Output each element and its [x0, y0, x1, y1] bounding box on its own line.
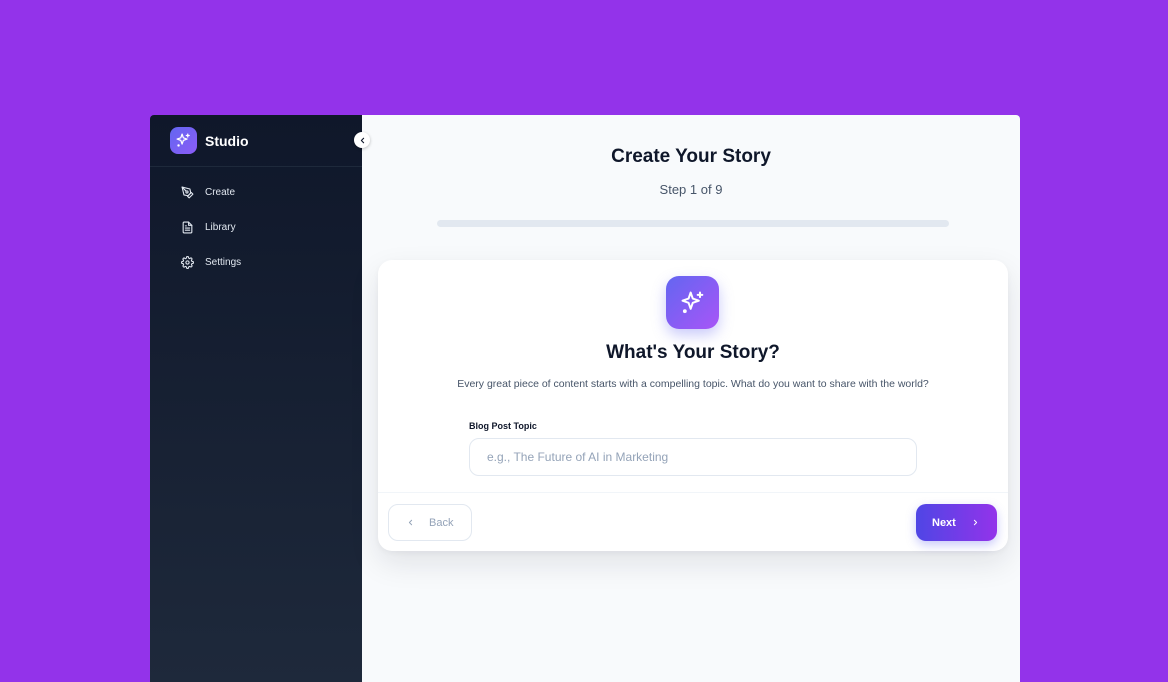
main-content: Create Your Story Step 1 of 9 What's You…	[362, 115, 1020, 682]
next-button[interactable]: Next	[916, 504, 997, 541]
collapse-sidebar-button[interactable]	[354, 132, 370, 148]
chevron-right-icon	[971, 518, 980, 527]
sidebar-nav: Create Library Settings	[150, 167, 362, 280]
pen-tool-icon	[181, 186, 194, 199]
next-button-label: Next	[932, 516, 956, 529]
brand: Studio	[150, 115, 362, 167]
gear-icon	[181, 256, 194, 269]
sidebar-item-create[interactable]: Create	[150, 175, 362, 210]
sparkles-icon	[170, 127, 197, 154]
step-indicator: Step 1 of 9	[659, 182, 723, 197]
sidebar-item-library[interactable]: Library	[150, 210, 362, 245]
sidebar-item-settings[interactable]: Settings	[150, 245, 362, 280]
topic-card: What's Your Story? Every great piece of …	[378, 260, 1008, 551]
chevron-left-icon	[406, 518, 415, 527]
sidebar-item-label: Create	[205, 187, 236, 198]
back-button[interactable]: Back	[388, 504, 472, 541]
sidebar-item-label: Settings	[205, 257, 242, 268]
sidebar-item-label: Library	[205, 222, 236, 233]
card-description: Every great piece of content starts with…	[457, 378, 929, 390]
chevron-left-icon	[358, 136, 367, 145]
back-button-label: Back	[429, 516, 454, 529]
progress-bar	[437, 220, 949, 227]
field-label: Blog Post Topic	[469, 421, 537, 431]
page-title: Create Your Story	[611, 146, 771, 167]
document-icon	[181, 221, 194, 234]
card-heading: What's Your Story?	[606, 342, 780, 363]
card-footer: Back Next	[378, 492, 1008, 551]
app-window: Studio Create Library Settings Create Yo…	[150, 115, 1020, 682]
sparkles-icon	[666, 276, 719, 329]
topic-input[interactable]	[469, 438, 917, 476]
brand-name: Studio	[205, 132, 249, 149]
sidebar: Studio Create Library Settings	[150, 115, 362, 682]
